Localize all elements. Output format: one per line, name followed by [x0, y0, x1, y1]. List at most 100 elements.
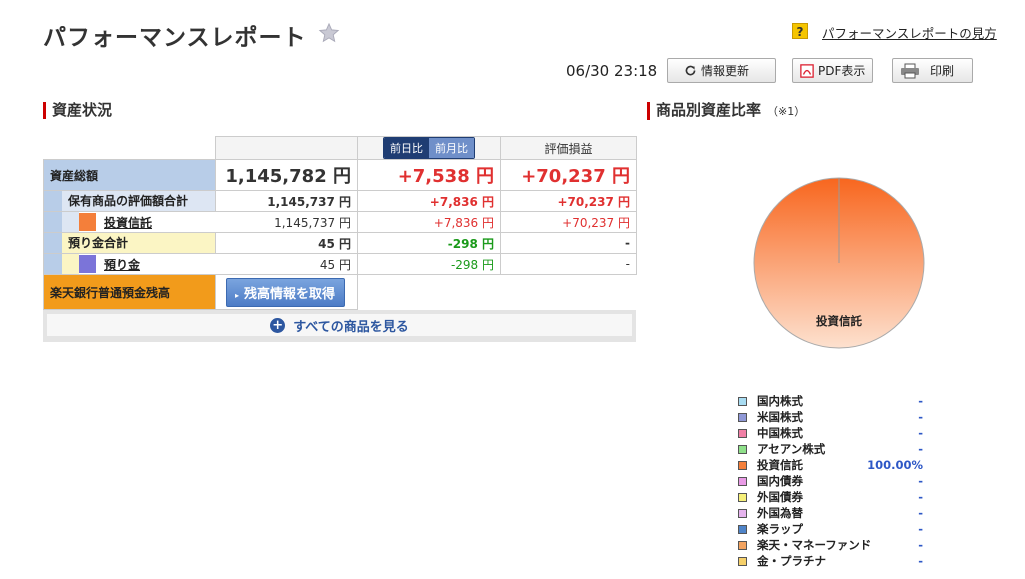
legend-swatch: [738, 556, 747, 566]
legend-value: -: [918, 474, 923, 488]
pdf-icon: [800, 63, 814, 78]
print-label: 印刷: [930, 64, 955, 78]
legend-swatch: [738, 444, 747, 454]
legend-label: 楽ラップ: [757, 522, 803, 536]
allocation-note: （※1）: [767, 105, 806, 118]
legend-label: 国内株式: [757, 394, 803, 408]
legend-label: 国内債券: [757, 474, 803, 488]
arrow-right-icon: ▸: [235, 290, 240, 300]
legend-value: -: [918, 410, 923, 424]
show-all-bar: + すべての商品を見る: [43, 310, 636, 342]
legend-label: 投資信託: [757, 458, 803, 472]
legend-value: -: [918, 538, 923, 552]
print-button[interactable]: 印刷: [892, 58, 973, 83]
refresh-button[interactable]: 情報更新: [667, 58, 776, 83]
holdings-change: +7,836 円: [357, 190, 501, 212]
deposit-total-value: 45 円: [215, 232, 358, 254]
fund-link[interactable]: 投資信託: [104, 214, 152, 231]
legend-value: -: [918, 426, 923, 440]
holdings-pl: +70,237 円: [500, 190, 637, 212]
total-change: +7,538 円: [357, 159, 501, 191]
legend-swatch: [738, 428, 747, 438]
get-balance-button[interactable]: ▸ 残高情報を取得: [226, 277, 346, 307]
legend-swatch: [738, 412, 747, 422]
show-all-label: すべての商品を見る: [293, 319, 409, 335]
holdings-label: 保有商品の評価額合計: [62, 191, 216, 211]
legend-swatch: [738, 508, 747, 518]
compare-toggle-cell: 前日比 前月比: [357, 136, 501, 160]
deposit-link[interactable]: 預り金: [104, 256, 140, 273]
page-title: パフォーマンスレポート: [43, 25, 307, 51]
legend-value: -: [918, 506, 923, 520]
holdings-value: 1,145,737 円: [215, 190, 358, 212]
legend-swatch: [738, 460, 747, 470]
table-row-deposit: 預り金 45 円 -298 円 -: [43, 253, 637, 275]
toggle-day[interactable]: 前日比: [384, 138, 429, 158]
timestamp: 06/30 23:18: [566, 62, 658, 80]
legend-item: 楽天・マネーファンド -: [738, 537, 923, 553]
printer-icon: [901, 63, 919, 78]
legend-value: -: [918, 522, 923, 536]
deposit-swatch: [79, 255, 96, 273]
legend-swatch: [738, 492, 747, 502]
legend-label: 米国株式: [757, 410, 803, 424]
deposit-total-pl: -: [500, 232, 637, 254]
help-icon[interactable]: ?: [792, 23, 808, 39]
table-row-bank: 楽天銀行普通預金残高 ▸ 残高情報を取得: [43, 274, 637, 310]
allocation-heading: 商品別資産比率 （※1）: [647, 102, 805, 120]
asset-status-title: 資産状況: [52, 101, 113, 119]
deposit-total-label: 預り金合計: [62, 233, 216, 253]
compare-toggle[interactable]: 前日比 前月比: [383, 137, 475, 159]
legend-label: 楽天・マネーファンド: [757, 538, 872, 552]
legend-swatch: [738, 396, 747, 406]
total-label: 資産総額: [43, 159, 216, 191]
legend-item: 投資信託 100.00%: [738, 457, 923, 473]
toggle-month[interactable]: 前月比: [429, 138, 474, 158]
table-row-total: 資産総額 1,145,782 円 +7,538 円 +70,237 円: [43, 159, 637, 191]
bank-label: 楽天銀行普通預金残高: [43, 274, 216, 310]
plus-icon: +: [270, 317, 286, 333]
deposit-total-change: -298 円: [357, 232, 501, 254]
total-pl: +70,237 円: [500, 159, 637, 191]
legend-label: アセアン株式: [757, 442, 826, 456]
legend-item: 金・プラチナ -: [738, 553, 923, 569]
fund-swatch: [79, 213, 96, 231]
deposit-change: -298 円: [357, 253, 501, 275]
legend-item: アセアン株式 -: [738, 441, 923, 457]
legend-value: -: [918, 442, 923, 456]
legend-item: 外国債券 -: [738, 489, 923, 505]
refresh-icon: [685, 65, 696, 76]
deposit-value: 45 円: [215, 253, 358, 275]
fund-pl: +70,237 円: [500, 211, 637, 233]
legend-item: 米国株式 -: [738, 409, 923, 425]
total-value: 1,145,782 円: [215, 159, 358, 191]
legend-label: 外国為替: [757, 506, 803, 520]
table-row-fund: 投資信託 1,145,737 円 +7,836 円 +70,237 円: [43, 211, 637, 233]
pdf-button[interactable]: PDF表示: [792, 58, 873, 83]
col-unrealized: 評価損益: [500, 136, 637, 160]
legend-value: -: [918, 554, 923, 568]
legend-item: 外国為替 -: [738, 505, 923, 521]
table-row-holdings: 保有商品の評価額合計 1,145,737 円 +7,836 円 +70,237 …: [43, 190, 637, 212]
legend-item: 中国株式 -: [738, 425, 923, 441]
legend-item: 国内債券 -: [738, 473, 923, 489]
asset-table: 前日比 前月比 評価損益 資産総額 1,145,782 円 +7,538 円 +…: [43, 136, 637, 310]
legend-item: 国内株式 -: [738, 393, 923, 409]
legend-label: 外国債券: [757, 490, 803, 504]
help-link[interactable]: パフォーマンスレポートの見方: [822, 23, 997, 42]
show-all-button[interactable]: + すべての商品を見る: [47, 314, 632, 336]
asset-status-heading: 資産状況: [43, 102, 112, 119]
legend-label: 中国株式: [757, 426, 803, 440]
allocation-title: 商品別資産比率: [656, 101, 762, 119]
fund-change: +7,836 円: [357, 211, 501, 233]
fund-value: 1,145,737 円: [215, 211, 358, 233]
legend-value: -: [918, 394, 923, 408]
star-icon[interactable]: [318, 22, 340, 44]
pie-slice-label: 投資信託: [816, 314, 862, 328]
get-balance-label: 残高情報を取得: [244, 286, 336, 302]
legend-value: -: [918, 490, 923, 504]
legend-swatch: [738, 476, 747, 486]
deposit-pl: -: [500, 253, 637, 275]
table-header-row: 前日比 前月比 評価損益: [44, 136, 637, 160]
legend-value: 100.00%: [867, 458, 923, 472]
